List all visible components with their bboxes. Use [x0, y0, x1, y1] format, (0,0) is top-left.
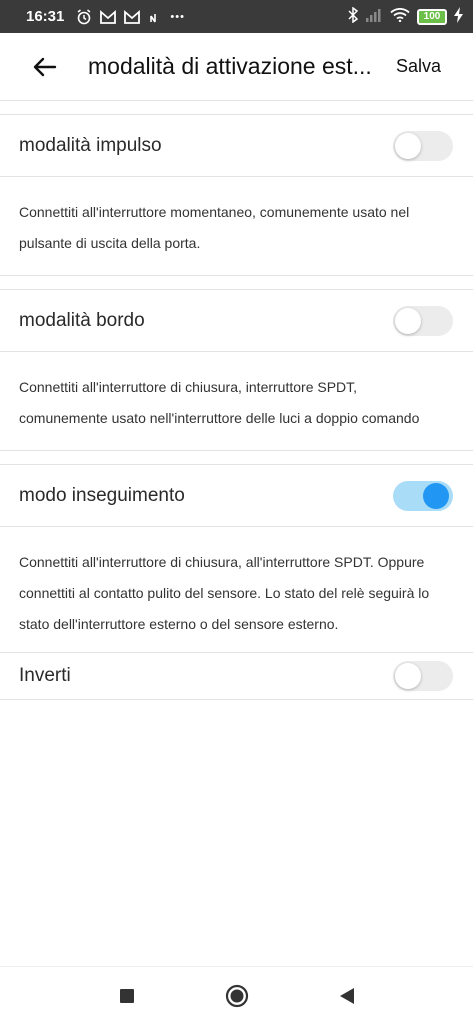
more-dots-icon: •••	[170, 10, 185, 23]
setting-row-edge: modalità bordo	[0, 290, 473, 352]
setting-label: modalità impulso	[19, 134, 162, 156]
notification-icons: •••	[76, 8, 185, 25]
arrow-left-icon	[33, 57, 57, 76]
section-divider	[0, 451, 473, 465]
battery-icon: 100	[417, 8, 447, 25]
bluetooth-icon	[348, 6, 359, 27]
save-button[interactable]: Salva	[396, 56, 441, 77]
back-button[interactable]	[22, 44, 68, 90]
circle-icon	[225, 984, 248, 1007]
setting-row-impulse: modalità impulso	[0, 115, 473, 177]
toggle-knob	[395, 663, 421, 689]
setting-label: Inverti	[19, 665, 71, 686]
signal-icon	[365, 8, 383, 26]
invert-toggle[interactable]	[393, 661, 453, 691]
setting-row-follow: modo inseguimento	[0, 465, 473, 527]
app-bar: modalità di attivazione est... Salva	[0, 33, 473, 101]
toggle-knob	[395, 307, 421, 334]
status-time: 16:31	[26, 8, 65, 25]
triangle-left-icon	[339, 987, 354, 1004]
nfc-icon	[148, 10, 162, 24]
setting-description: Connettiti all'interruttore di chiusura,…	[19, 554, 430, 632]
system-nav-bar	[0, 966, 473, 1024]
mail-icon	[124, 9, 141, 24]
recents-button[interactable]	[112, 981, 142, 1011]
impulse-mode-toggle[interactable]	[393, 130, 453, 161]
alarm-icon	[76, 8, 92, 25]
edge-mode-toggle[interactable]	[393, 305, 453, 336]
home-button[interactable]	[222, 981, 252, 1011]
toggle-knob	[395, 132, 421, 159]
page-title: modalità di attivazione est...	[88, 53, 372, 79]
setting-description: Connettiti all'interruttore di chiusura,…	[0, 352, 473, 451]
wifi-icon	[390, 7, 410, 26]
mail-icon	[100, 9, 117, 24]
setting-row-invert: Inverti	[0, 652, 473, 700]
setting-label: modo inseguimento	[19, 484, 185, 506]
setting-description: Connettiti all'interruttore momentaneo, …	[0, 177, 473, 276]
settings-list: modalità impulso Connettiti all'interrut…	[0, 101, 473, 700]
toggle-knob	[423, 482, 449, 509]
setting-label: modalità bordo	[19, 309, 145, 331]
status-bar: 16:31 ••• 100	[0, 0, 473, 33]
follow-mode-toggle[interactable]	[393, 480, 453, 511]
square-icon	[119, 988, 134, 1003]
charging-icon	[454, 6, 463, 27]
section-divider	[0, 276, 473, 290]
back-nav-button[interactable]	[332, 981, 362, 1011]
section-divider	[0, 101, 473, 115]
